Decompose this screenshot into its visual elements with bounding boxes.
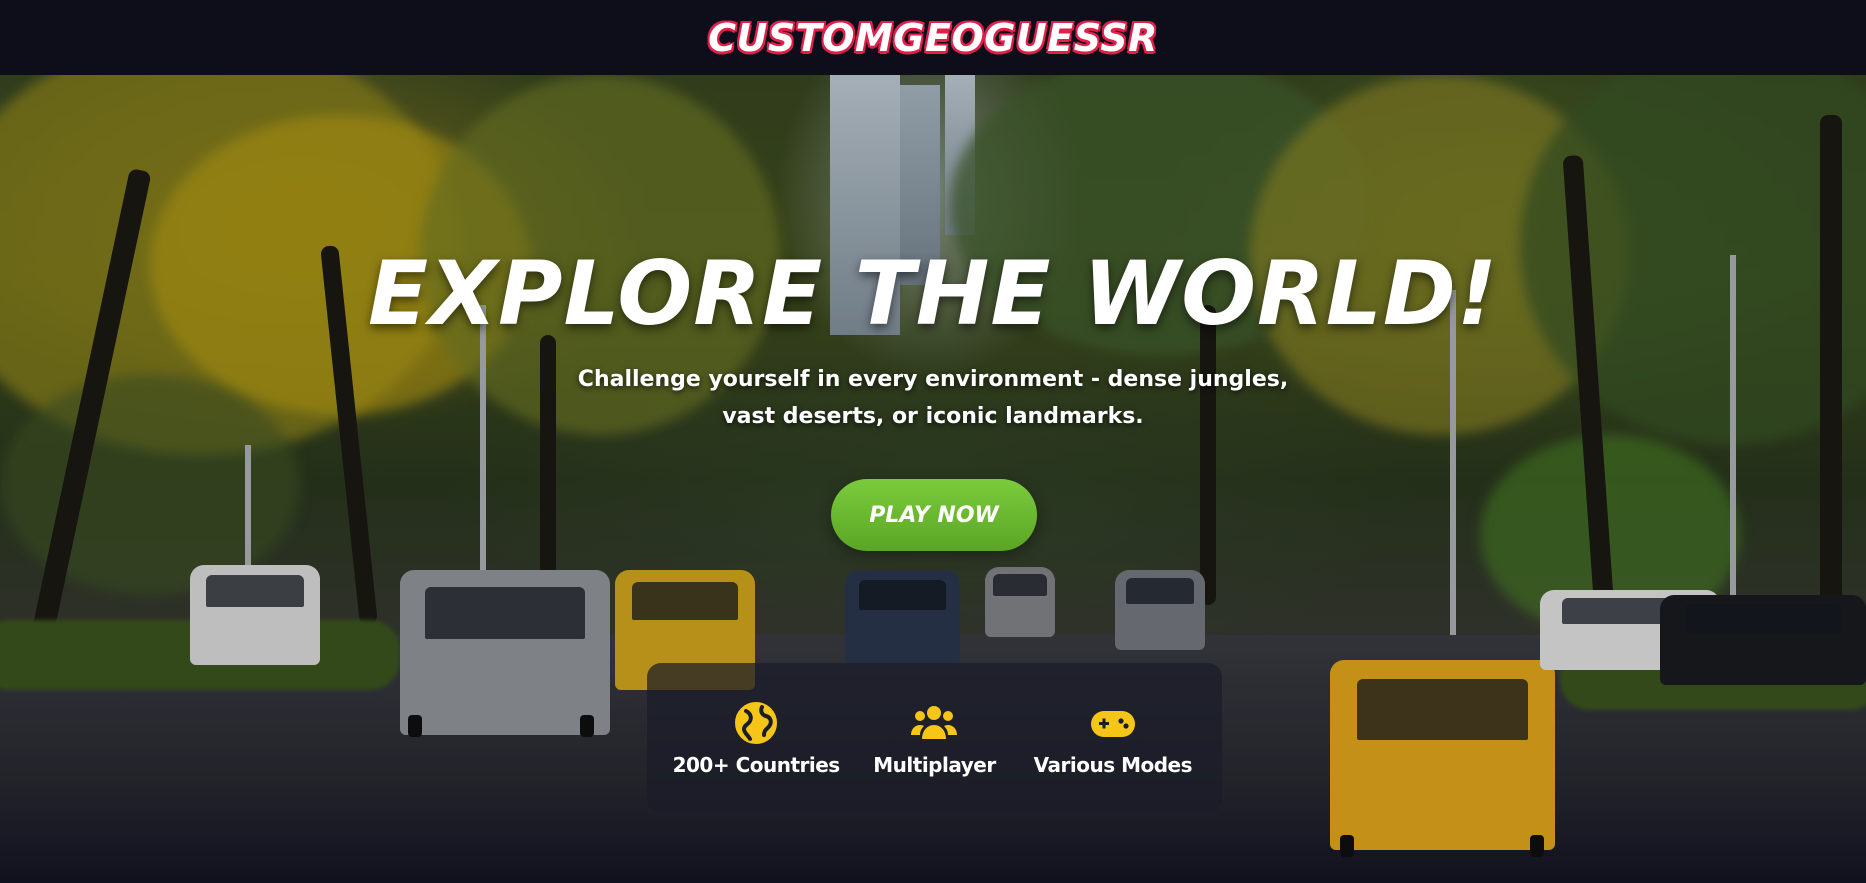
globe-icon bbox=[735, 702, 778, 744]
gamepad-icon bbox=[1090, 711, 1135, 737]
feature-label: 200+ Countries bbox=[672, 753, 841, 777]
top-bar: CUSTOMGEOGUESSR bbox=[0, 0, 1866, 75]
features-panel: 200+ Countries Multiplayer Various Modes bbox=[647, 663, 1222, 813]
hero-section: EXPLORE THE WORLD! Challenge yourself in… bbox=[0, 75, 1866, 883]
hero-headline: EXPLORE THE WORLD! bbox=[367, 242, 1499, 345]
play-now-button[interactable]: PLAY NOW bbox=[831, 479, 1037, 551]
feature-label: Multiplayer bbox=[873, 753, 996, 777]
site-logo[interactable]: CUSTOMGEOGUESSR bbox=[708, 16, 1158, 60]
users-icon bbox=[911, 706, 958, 739]
hero-subtitle: Challenge yourself in every environment … bbox=[577, 367, 1289, 429]
feature-label: Various Modes bbox=[1033, 753, 1193, 777]
feature-modes: Various Modes bbox=[1028, 699, 1198, 777]
feature-countries: 200+ Countries bbox=[671, 699, 841, 777]
feature-multiplayer: Multiplayer bbox=[849, 699, 1019, 777]
